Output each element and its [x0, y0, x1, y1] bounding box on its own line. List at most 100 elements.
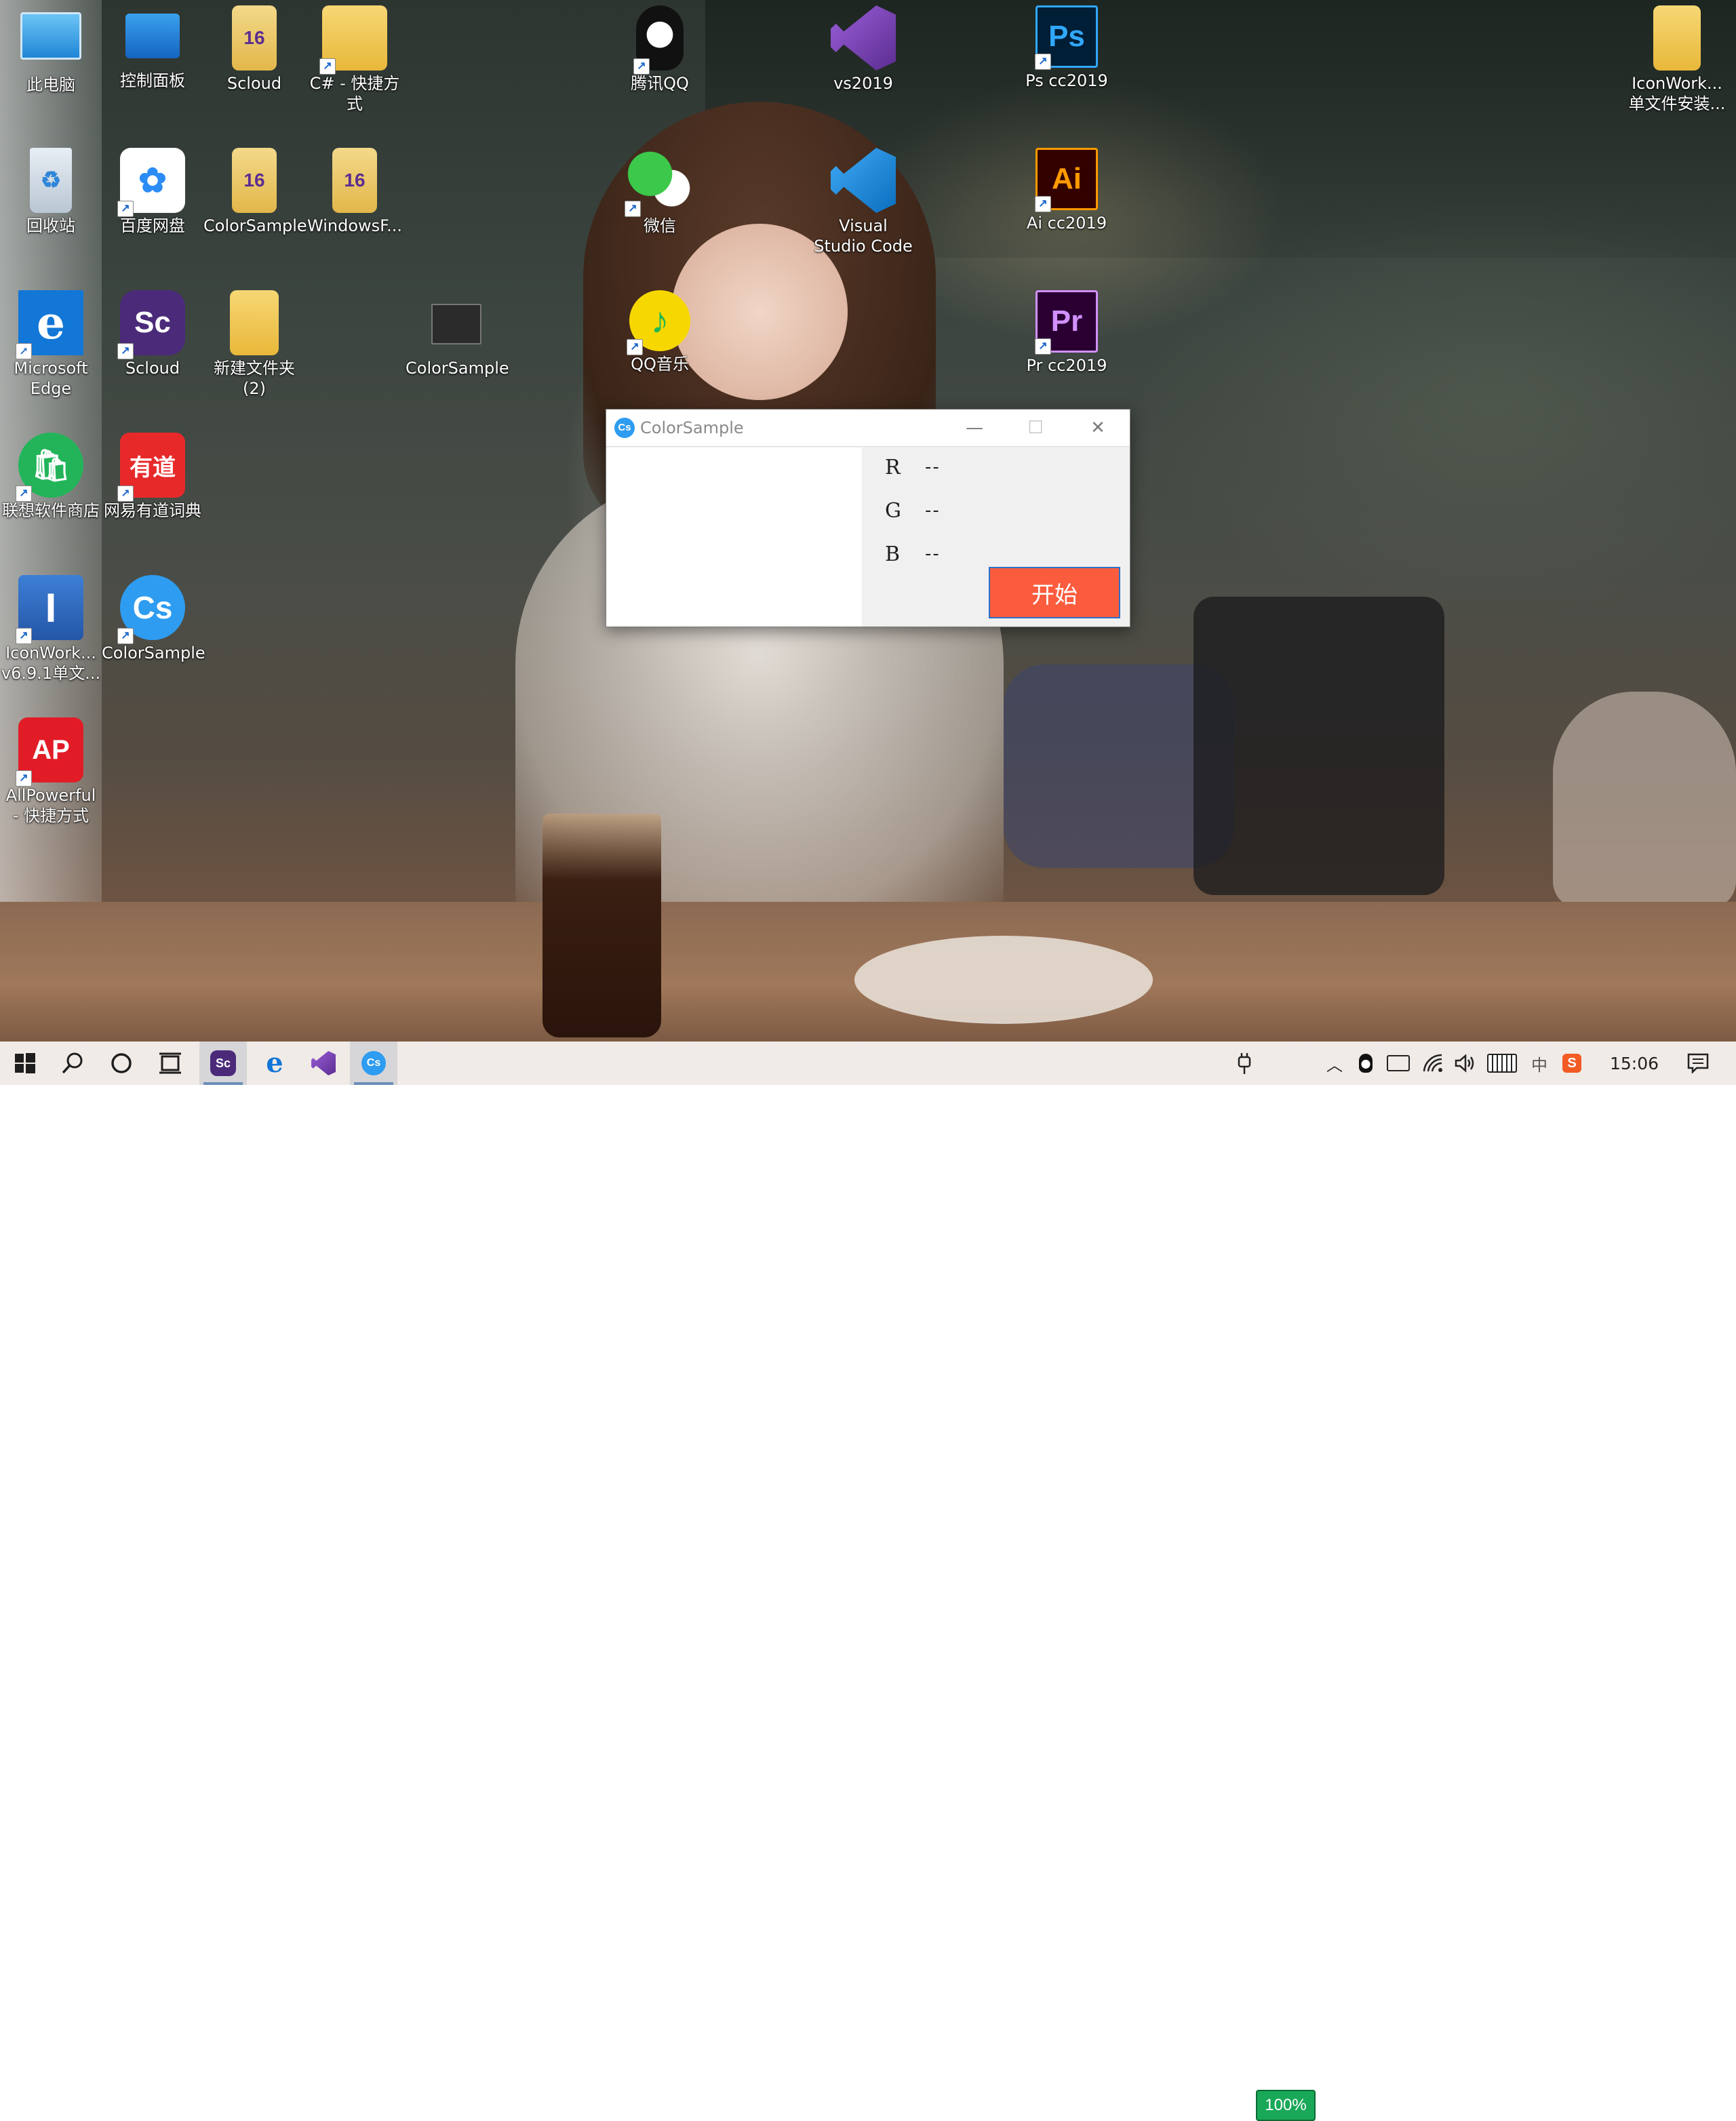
vs-file-icon: 16: [232, 5, 277, 71]
wallpaper-glass: [542, 814, 661, 1037]
search-button[interactable]: [49, 1042, 96, 1085]
start-icon: [15, 1053, 35, 1073]
color-preview-panel: [606, 448, 862, 627]
window-title: ColorSample: [640, 418, 744, 437]
desktop-icon-colorsample-exe[interactable]: ColorSample: [406, 288, 509, 378]
baidu-netdisk-icon: ✿ ↗: [117, 148, 185, 217]
vs-file-icon: 16: [232, 148, 277, 213]
channel-r-value: --: [925, 457, 941, 477]
taskbar-app-edge[interactable]: e: [251, 1042, 298, 1085]
desktop-icon-scloud[interactable]: Sc ↗ Scloud: [102, 288, 203, 378]
lenovo-store-icon: 🛍 ↗: [16, 433, 83, 502]
close-button[interactable]: ✕: [1067, 410, 1128, 446]
folder-icon: [230, 290, 279, 355]
maximize-icon: ☐: [1027, 418, 1044, 438]
desktop-icon-iconworkshop[interactable]: I ↗ IconWork... v6.9.1单文...: [0, 572, 102, 683]
desktop-icon-qq[interactable]: ↗ 腾讯QQ: [609, 3, 711, 94]
folder-icon: [1653, 5, 1701, 71]
desktop-icon-iconwork-installer[interactable]: IconWork... 单文件安装...: [1626, 3, 1728, 114]
tray-qq-icon[interactable]: [1352, 1042, 1379, 1085]
wallpaper-bag: [1194, 597, 1444, 895]
wechat-icon: ↗: [625, 148, 692, 217]
battery-percentage[interactable]: 100%: [1256, 2090, 1316, 2121]
taskbar-app-scloud[interactable]: Sc: [199, 1042, 247, 1085]
start-button[interactable]: 开始: [989, 567, 1120, 618]
desktop-icon-qq-music[interactable]: ♪ ↗ QQ音乐: [609, 288, 711, 374]
this-pc-icon: [20, 12, 81, 60]
shortcut-arrow-icon: ↗: [16, 770, 32, 787]
desktop-icon-edge[interactable]: e ↗ Microsoft Edge: [0, 288, 102, 399]
window-titlebar[interactable]: Cs ColorSample — ☐ ✕: [606, 410, 1130, 447]
channel-b-label: B: [885, 542, 901, 566]
power-plug-icon[interactable]: [1233, 1042, 1256, 1085]
wallpaper-cushion: [1004, 665, 1234, 868]
qq-penguin-icon: ↗: [633, 5, 684, 75]
touch-keyboard-icon[interactable]: [1485, 1042, 1519, 1085]
shortcut-arrow-icon: ↗: [1035, 54, 1051, 70]
scloud-icon: Sc: [210, 1050, 236, 1076]
cortana-button[interactable]: [98, 1042, 145, 1085]
wallpaper-table: [0, 902, 1736, 1042]
desktop-icon-scloud-file[interactable]: 16 Scloud: [203, 3, 305, 94]
shortcut-arrow-icon: ↗: [16, 628, 32, 644]
app-window-icon: [431, 304, 481, 344]
minimize-button[interactable]: —: [944, 410, 1005, 446]
edge-icon: e: [266, 1047, 283, 1079]
clock[interactable]: 15:06: [1594, 1042, 1675, 1085]
wifi-icon[interactable]: [1419, 1042, 1448, 1085]
visual-studio-icon: [831, 5, 896, 71]
shortcut-arrow-icon: ↗: [16, 343, 32, 359]
desktop-icon-this-pc[interactable]: 此电脑: [0, 3, 102, 95]
sogou-ime-icon[interactable]: S: [1557, 1042, 1587, 1085]
shortcut-arrow-icon: ↗: [117, 628, 134, 644]
shortcut-arrow-icon: ↗: [117, 201, 134, 217]
colorsample-icon: Cs: [361, 1051, 386, 1075]
desktop-icon-vscode[interactable]: Visual Studio Code: [812, 145, 914, 256]
channel-r-label: R: [885, 456, 901, 479]
search-icon: [62, 1052, 83, 1074]
wallpaper-plate: [854, 936, 1153, 1024]
desktop-icon-youdao[interactable]: 有道 ↗ 网易有道词典: [102, 430, 203, 521]
scloud-icon: Sc ↗: [117, 290, 185, 359]
edge-icon: e ↗: [16, 290, 83, 359]
colorsample-window[interactable]: Cs ColorSample — ☐ ✕ R -- G -- B -- 开始: [606, 409, 1130, 627]
premiere-icon: Pr ↗: [1035, 290, 1098, 355]
desktop-icon-photoshop[interactable]: Ps ↗ Ps cc2019: [1016, 3, 1118, 91]
desktop-icon-control-panel[interactable]: 控制面板: [102, 3, 203, 91]
folder-icon: ↗: [319, 5, 387, 75]
desktop-icon-baidu-netdisk[interactable]: ✿ ↗ 百度网盘: [102, 145, 203, 236]
tray-storage-icon[interactable]: [1383, 1042, 1413, 1085]
show-hidden-icons-button[interactable]: ︿: [1321, 1042, 1348, 1085]
shortcut-arrow-icon: ↗: [625, 201, 641, 217]
desktop-icon-csharp-shortcut[interactable]: ↗ C# - 快捷方 式: [304, 3, 406, 114]
shortcut-arrow-icon: ↗: [16, 485, 32, 502]
desktop-icon-colorsample-file[interactable]: 16 ColorSample: [203, 145, 307, 236]
start-menu-button[interactable]: [1, 1042, 49, 1085]
task-view-button[interactable]: [146, 1042, 194, 1085]
shortcut-arrow-icon: ↗: [117, 485, 134, 502]
volume-icon[interactable]: [1450, 1042, 1480, 1085]
desktop-icon-recycle-bin[interactable]: ♻ 回收站: [0, 145, 102, 236]
desktop-icon-illustrator[interactable]: Ai ↗ Ai cc2019: [1016, 145, 1118, 233]
desktop-icon-premiere[interactable]: Pr ↗ Pr cc2019: [1016, 288, 1118, 376]
desktop-icon-colorsample-shortcut[interactable]: Cs ↗ ColorSample: [102, 572, 205, 663]
taskbar-app-visual-studio[interactable]: [300, 1042, 347, 1085]
photoshop-icon: Ps ↗: [1035, 5, 1098, 70]
notification-icon: [1687, 1053, 1709, 1073]
desktop-icon-new-folder-2[interactable]: 新建文件夹 (2): [203, 288, 305, 399]
desktop[interactable]: 此电脑 控制面板 16 Scloud ↗ C# - 快捷方 式 ↗ 腾讯QQ v…: [0, 0, 1736, 1042]
allpowerful-icon: AP ↗: [16, 717, 83, 787]
channel-g-label: G: [885, 499, 901, 523]
maximize-button[interactable]: ☐: [1005, 410, 1066, 446]
desktop-icon-windowsf[interactable]: 16 WindowsF...: [304, 145, 406, 236]
taskbar-app-colorsample[interactable]: Cs: [350, 1042, 397, 1085]
desktop-icon-lenovo-store[interactable]: 🛍 ↗ 联想软件商店: [0, 430, 102, 521]
ime-indicator[interactable]: 中: [1526, 1042, 1553, 1085]
shortcut-arrow-icon: ↗: [319, 58, 336, 75]
desktop-icon-allpowerful[interactable]: AP ↗ AllPowerful - 快捷方式: [0, 715, 102, 826]
desktop-icon-wechat[interactable]: ↗ 微信: [609, 145, 711, 236]
desktop-icon-vs2019[interactable]: vs2019: [812, 3, 914, 94]
colorsample-app-icon: Cs: [614, 418, 635, 438]
action-center-button[interactable]: [1678, 1042, 1718, 1085]
wallpaper-cat-plush: [1553, 692, 1736, 909]
